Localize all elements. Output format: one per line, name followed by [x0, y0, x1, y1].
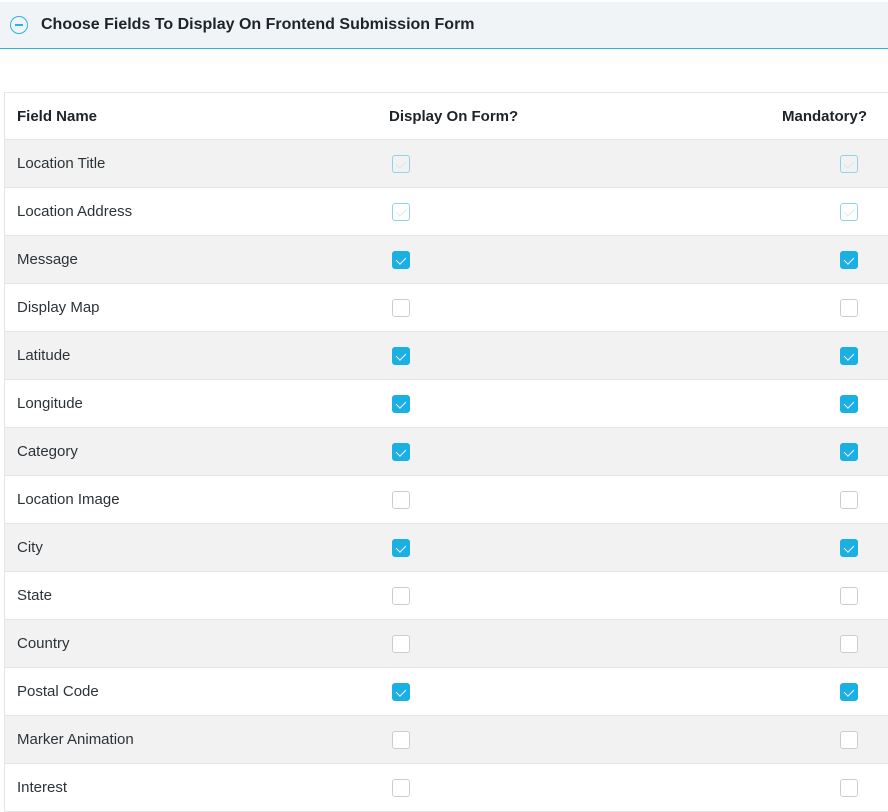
mandatory-checkbox[interactable]	[840, 395, 858, 413]
field-name: Category	[5, 428, 378, 476]
panel-title: Choose Fields To Display On Frontend Sub…	[41, 16, 475, 34]
mandatory-checkbox[interactable]	[840, 731, 858, 749]
mandatory-checkbox[interactable]	[840, 683, 858, 701]
display-cell	[377, 140, 782, 188]
display-checkbox[interactable]	[392, 491, 410, 509]
display-cell	[377, 764, 782, 812]
mandatory-cell	[782, 140, 888, 188]
display-checkbox[interactable]	[392, 539, 410, 557]
header-display-on-form: Display On Form?	[377, 93, 782, 140]
field-name: State	[5, 572, 378, 620]
table-row: Location Address	[5, 188, 888, 236]
display-cell	[377, 332, 782, 380]
display-cell	[377, 716, 782, 764]
table-row: Message	[5, 236, 888, 284]
display-checkbox[interactable]	[392, 251, 410, 269]
panel-header[interactable]: Choose Fields To Display On Frontend Sub…	[0, 2, 888, 49]
header-field-name: Field Name	[5, 93, 378, 140]
field-name: City	[5, 524, 378, 572]
display-checkbox[interactable]	[392, 299, 410, 317]
mandatory-checkbox[interactable]	[840, 491, 858, 509]
table-row: Category	[5, 428, 888, 476]
table-row: Postal Code	[5, 668, 888, 716]
display-cell	[377, 284, 782, 332]
display-checkbox[interactable]	[392, 395, 410, 413]
table-row: State	[5, 572, 888, 620]
field-name: Message	[5, 236, 378, 284]
display-checkbox[interactable]	[392, 779, 410, 797]
display-checkbox	[392, 155, 410, 173]
display-checkbox[interactable]	[392, 443, 410, 461]
mandatory-checkbox[interactable]	[840, 779, 858, 797]
field-name: Display Map	[5, 284, 378, 332]
field-name: Location Address	[5, 188, 378, 236]
display-checkbox[interactable]	[392, 683, 410, 701]
field-name: Latitude	[5, 332, 378, 380]
field-name: Postal Code	[5, 668, 378, 716]
display-cell	[377, 668, 782, 716]
table-row: Marker Animation	[5, 716, 888, 764]
display-cell	[377, 188, 782, 236]
mandatory-cell	[782, 716, 888, 764]
field-name: Longitude	[5, 380, 378, 428]
display-cell	[377, 476, 782, 524]
table-row: City	[5, 524, 888, 572]
mandatory-cell	[782, 476, 888, 524]
mandatory-cell	[782, 620, 888, 668]
table-row: Longitude	[5, 380, 888, 428]
display-checkbox[interactable]	[392, 587, 410, 605]
display-cell	[377, 380, 782, 428]
table-row: Interest	[5, 764, 888, 812]
display-cell	[377, 572, 782, 620]
field-name: Interest	[5, 764, 378, 812]
mandatory-checkbox[interactable]	[840, 539, 858, 557]
mandatory-cell	[782, 572, 888, 620]
mandatory-cell	[782, 188, 888, 236]
mandatory-checkbox[interactable]	[840, 347, 858, 365]
mandatory-cell	[782, 764, 888, 812]
field-name: Location Title	[5, 140, 378, 188]
fields-table: Field Name Display On Form? Mandatory? L…	[4, 92, 888, 812]
table-row: Location Image	[5, 476, 888, 524]
mandatory-cell	[782, 668, 888, 716]
display-checkbox[interactable]	[392, 635, 410, 653]
mandatory-cell	[782, 332, 888, 380]
display-cell	[377, 620, 782, 668]
table-row: Location Title	[5, 140, 888, 188]
table-row: Country	[5, 620, 888, 668]
display-checkbox	[392, 203, 410, 221]
mandatory-checkbox[interactable]	[840, 635, 858, 653]
field-name: Location Image	[5, 476, 378, 524]
mandatory-checkbox[interactable]	[840, 587, 858, 605]
mandatory-checkbox[interactable]	[840, 443, 858, 461]
mandatory-cell	[782, 236, 888, 284]
collapse-toggle-icon[interactable]	[10, 16, 28, 34]
display-cell	[377, 428, 782, 476]
header-mandatory: Mandatory?	[782, 93, 888, 140]
mandatory-cell	[782, 524, 888, 572]
field-name: Country	[5, 620, 378, 668]
mandatory-checkbox[interactable]	[840, 251, 858, 269]
display-checkbox[interactable]	[392, 731, 410, 749]
mandatory-checkbox	[840, 203, 858, 221]
mandatory-cell	[782, 380, 888, 428]
mandatory-cell	[782, 428, 888, 476]
table-row: Latitude	[5, 332, 888, 380]
display-cell	[377, 524, 782, 572]
field-name: Marker Animation	[5, 716, 378, 764]
mandatory-cell	[782, 284, 888, 332]
display-checkbox[interactable]	[392, 347, 410, 365]
table-header-row: Field Name Display On Form? Mandatory?	[5, 93, 888, 140]
table-row: Display Map	[5, 284, 888, 332]
display-cell	[377, 236, 782, 284]
mandatory-checkbox[interactable]	[840, 299, 858, 317]
mandatory-checkbox	[840, 155, 858, 173]
